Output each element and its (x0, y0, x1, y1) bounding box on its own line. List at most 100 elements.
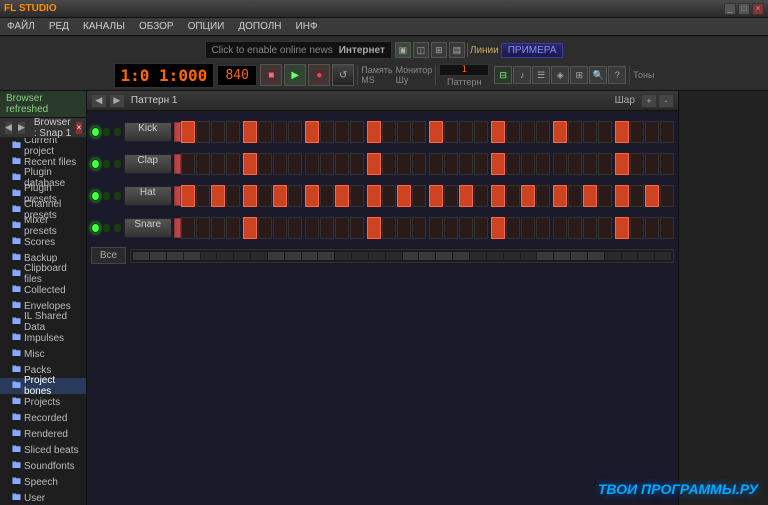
menu-edit[interactable]: РЕД (46, 21, 72, 32)
mini-pad-27[interactable] (588, 252, 604, 260)
pad-20[interactable] (491, 185, 505, 207)
pad-16[interactable] (429, 153, 443, 175)
menu-channels[interactable]: КАНАЛЫ (80, 21, 128, 32)
pad-0[interactable] (181, 185, 195, 207)
pad-6[interactable] (273, 185, 287, 207)
browser-item-user[interactable]: 🖿 User (0, 490, 86, 505)
mini-pad-23[interactable] (521, 252, 537, 260)
pad-31[interactable] (660, 153, 674, 175)
pad-7[interactable] (288, 185, 302, 207)
pad-15[interactable] (412, 153, 426, 175)
snare-led[interactable] (91, 223, 100, 233)
pad-8[interactable] (305, 217, 319, 239)
browser-close-button[interactable]: × (76, 122, 82, 134)
pad-10[interactable] (335, 153, 349, 175)
pad-28[interactable] (615, 153, 629, 175)
pad-23[interactable] (536, 185, 550, 207)
seq-zoom-in[interactable]: + (641, 94, 657, 108)
pad-21[interactable] (506, 153, 520, 175)
browser-back-button[interactable]: ◀ (4, 121, 13, 135)
snare-led3[interactable] (113, 223, 122, 233)
pad-26[interactable] (583, 185, 597, 207)
pad-18[interactable] (459, 185, 473, 207)
pad-2[interactable] (211, 217, 225, 239)
pad-8[interactable] (305, 121, 319, 143)
mini-pad-10[interactable] (302, 252, 318, 260)
pad-10[interactable] (335, 185, 349, 207)
clap-vol[interactable] (174, 154, 181, 174)
pad-30[interactable] (645, 153, 659, 175)
pad-21[interactable] (506, 217, 520, 239)
hat-led3[interactable] (113, 191, 122, 201)
clap-led3[interactable] (113, 159, 122, 169)
pad-21[interactable] (506, 185, 520, 207)
pad-25[interactable] (568, 217, 582, 239)
pad-27[interactable] (598, 217, 612, 239)
browser-item-misc[interactable]: 🖿 Misc (0, 346, 86, 362)
pad-4[interactable] (243, 217, 257, 239)
browser-item-speech[interactable]: 🖿 Speech (0, 474, 86, 490)
pad-29[interactable] (630, 217, 644, 239)
pad-17[interactable] (444, 121, 458, 143)
pad-30[interactable] (645, 217, 659, 239)
kick-led[interactable] (91, 127, 100, 137)
pad-1[interactable] (196, 121, 210, 143)
browser-forward-button[interactable]: ▶ (17, 121, 26, 135)
pad-16[interactable] (429, 121, 443, 143)
pad-13[interactable] (382, 185, 396, 207)
pad-31[interactable] (660, 185, 674, 207)
pad-7[interactable] (288, 217, 302, 239)
pad-22[interactable] (521, 121, 535, 143)
pad-18[interactable] (459, 121, 473, 143)
snare-name-button[interactable]: Snare (124, 218, 172, 238)
loop-button[interactable]: ↺ (332, 64, 354, 86)
pad-2[interactable] (211, 153, 225, 175)
menu-file[interactable]: ФАЙЛ (4, 21, 38, 32)
hat-led[interactable] (91, 191, 100, 201)
pad-27[interactable] (598, 185, 612, 207)
seq-nav-back[interactable]: ◀ (91, 94, 107, 108)
pad-19[interactable] (474, 153, 488, 175)
pad-25[interactable] (568, 185, 582, 207)
pad-20[interactable] (491, 153, 505, 175)
pad-27[interactable] (598, 153, 612, 175)
mini-pad-25[interactable] (554, 252, 570, 260)
kick-led3[interactable] (113, 127, 122, 137)
browser-icon[interactable]: ☰ (532, 66, 550, 84)
pad-14[interactable] (397, 217, 411, 239)
pad-18[interactable] (459, 153, 473, 175)
mini-pad-1[interactable] (150, 252, 166, 260)
pad-13[interactable] (382, 153, 396, 175)
hat-vol[interactable] (174, 186, 181, 206)
pad-19[interactable] (474, 185, 488, 207)
pad-22[interactable] (521, 217, 535, 239)
toolbar-icon-1[interactable]: ▣ (395, 42, 411, 58)
mini-pad-17[interactable] (419, 252, 435, 260)
all-button[interactable]: Все (91, 247, 126, 264)
pad-6[interactable] (273, 153, 287, 175)
mini-pad-9[interactable] (285, 252, 301, 260)
mini-pad-22[interactable] (504, 252, 520, 260)
pad-22[interactable] (521, 153, 535, 175)
menu-options[interactable]: ОПЦИИ (185, 21, 228, 32)
maximize-button[interactable]: □ (738, 3, 750, 15)
pad-7[interactable] (288, 121, 302, 143)
pad-25[interactable] (568, 153, 582, 175)
pad-18[interactable] (459, 217, 473, 239)
play-button[interactable]: ▶ (284, 64, 306, 86)
snare-vol[interactable] (174, 218, 181, 238)
pad-5[interactable] (258, 217, 272, 239)
pad-24[interactable] (553, 153, 567, 175)
pad-4[interactable] (243, 121, 257, 143)
pad-12[interactable] (367, 217, 381, 239)
pad-24[interactable] (553, 217, 567, 239)
mini-pad-5[interactable] (217, 252, 233, 260)
toolbar-icon-2[interactable]: ◫ (413, 42, 429, 58)
pad-29[interactable] (630, 185, 644, 207)
pad-16[interactable] (429, 185, 443, 207)
mini-pad-28[interactable] (605, 252, 621, 260)
pad-6[interactable] (273, 121, 287, 143)
pad-31[interactable] (660, 217, 674, 239)
pad-4[interactable] (243, 153, 257, 175)
pad-8[interactable] (305, 185, 319, 207)
